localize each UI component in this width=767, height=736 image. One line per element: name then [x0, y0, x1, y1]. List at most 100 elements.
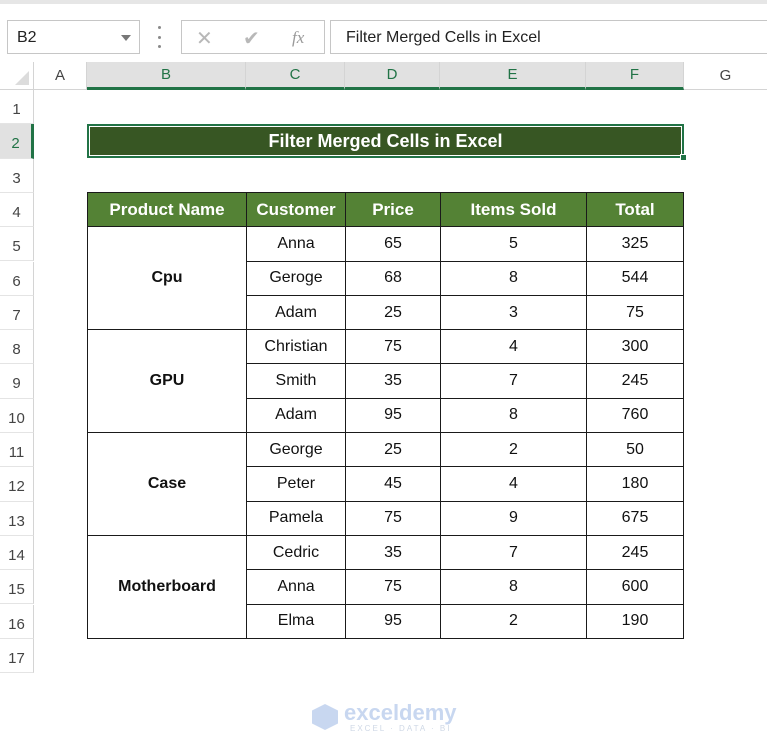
column-header-f[interactable]: F [586, 62, 684, 90]
row-header-3[interactable]: 3 [0, 158, 34, 193]
total-cell[interactable]: 600 [586, 569, 684, 605]
price-cell[interactable]: 25 [345, 432, 441, 468]
header-price[interactable]: Price [345, 191, 441, 228]
formula-input[interactable]: Filter Merged Cells in Excel [330, 20, 767, 54]
price-cell[interactable]: 95 [345, 397, 441, 434]
row-header-4[interactable]: 4 [0, 192, 34, 228]
header-customer[interactable]: Customer [246, 191, 346, 228]
price-cell[interactable]: 25 [345, 294, 441, 331]
row-header-14[interactable]: 14 [0, 535, 34, 571]
column-header-b[interactable]: B [87, 62, 246, 90]
price-cell[interactable]: 75 [345, 329, 441, 365]
customer-cell[interactable]: Anna [246, 569, 346, 605]
customer-cell[interactable]: Anna [246, 226, 346, 262]
price-cell[interactable]: 75 [345, 569, 441, 605]
column-header-a[interactable]: A [34, 62, 87, 90]
customer-cell[interactable]: Pamela [246, 500, 346, 536]
watermark-tagline: EXCEL · DATA · BI [350, 724, 452, 733]
table-row: GPU Christian 75 4 300 [87, 329, 684, 434]
customer-cell[interactable]: Elma [246, 603, 346, 639]
row-header-12[interactable]: 12 [0, 467, 34, 502]
header-items-sold[interactable]: Items Sold [440, 191, 587, 228]
column-header-d[interactable]: D [345, 62, 440, 90]
row-header-1[interactable]: 1 [0, 90, 34, 125]
row-header-5[interactable]: 5 [0, 227, 34, 262]
total-cell[interactable]: 190 [586, 603, 684, 639]
drag-handle-icon[interactable] [158, 26, 162, 48]
items-sold-cell[interactable]: 3 [440, 294, 587, 331]
product-name-cell[interactable]: GPU [87, 329, 247, 434]
total-cell[interactable]: 50 [586, 432, 684, 468]
customer-cell[interactable]: Smith [246, 363, 346, 399]
row-header-7[interactable]: 7 [0, 295, 34, 331]
items-sold-cell[interactable]: 8 [440, 260, 587, 296]
name-box[interactable]: B2 [7, 20, 140, 54]
column-header-e[interactable]: E [440, 62, 586, 90]
total-cell[interactable]: 180 [586, 466, 684, 502]
row-header-6[interactable]: 6 [0, 261, 34, 296]
row-header-10[interactable]: 10 [0, 398, 34, 433]
total-cell[interactable]: 675 [586, 500, 684, 536]
price-cell[interactable]: 35 [345, 534, 441, 571]
price-cell[interactable]: 45 [345, 466, 441, 502]
customer-cell[interactable]: Adam [246, 397, 346, 434]
table-header-row: Product Name Customer Price Items Sold T… [87, 191, 684, 228]
price-cell[interactable]: 75 [345, 500, 441, 536]
table-row: Case George 25 2 50 [87, 432, 684, 536]
formula-bar: B2 ✕ ✔ fx Filter Merged Cells in Excel [0, 4, 767, 62]
items-sold-cell[interactable]: 4 [440, 329, 587, 365]
data-table: Product Name Customer Price Items Sold T… [87, 191, 684, 639]
price-cell[interactable]: 65 [345, 226, 441, 262]
price-cell[interactable]: 35 [345, 363, 441, 399]
items-sold-cell[interactable]: 8 [440, 397, 587, 434]
total-cell[interactable]: 760 [586, 397, 684, 434]
items-sold-cell[interactable]: 2 [440, 432, 587, 468]
price-cell[interactable]: 68 [345, 260, 441, 296]
total-cell[interactable]: 245 [586, 534, 684, 571]
customer-cell[interactable]: Cedric [246, 534, 346, 571]
insert-function-icon[interactable]: fx [292, 28, 304, 48]
select-all-button[interactable] [0, 62, 34, 90]
header-product-name[interactable]: Product Name [87, 191, 247, 228]
items-sold-cell[interactable]: 2 [440, 603, 587, 639]
items-sold-cell[interactable]: 7 [440, 534, 587, 571]
row-header-8[interactable]: 8 [0, 330, 34, 365]
title-merged-cell[interactable]: Filter Merged Cells in Excel [87, 124, 684, 158]
items-sold-cell[interactable]: 8 [440, 569, 587, 605]
total-cell[interactable]: 325 [586, 226, 684, 262]
total-cell[interactable]: 300 [586, 329, 684, 365]
product-name-cell[interactable]: Motherboard [87, 534, 247, 639]
total-cell[interactable]: 75 [586, 294, 684, 331]
price-cell[interactable]: 95 [345, 603, 441, 639]
items-sold-cell[interactable]: 4 [440, 466, 587, 502]
enter-icon[interactable]: ✔ [243, 26, 260, 51]
row-header-16[interactable]: 16 [0, 604, 34, 639]
items-sold-cell[interactable]: 7 [440, 363, 587, 399]
row-header-2[interactable]: 2 [0, 124, 34, 159]
cancel-icon[interactable]: ✕ [196, 26, 213, 51]
items-sold-cell[interactable]: 5 [440, 226, 587, 262]
customer-cell[interactable]: Peter [246, 466, 346, 502]
chevron-down-icon[interactable] [121, 35, 131, 41]
header-total[interactable]: Total [586, 191, 684, 228]
product-name-cell[interactable]: Case [87, 432, 247, 536]
total-cell[interactable]: 544 [586, 260, 684, 296]
customer-cell[interactable]: Adam [246, 294, 346, 331]
items-sold-cell[interactable]: 9 [440, 500, 587, 536]
fill-handle[interactable] [680, 154, 687, 161]
product-name-cell[interactable]: Cpu [87, 226, 247, 331]
row-header-11[interactable]: 11 [0, 433, 34, 468]
column-header-c[interactable]: C [246, 62, 345, 90]
name-box-value: B2 [17, 29, 37, 46]
row-header-13[interactable]: 13 [0, 501, 34, 536]
customer-cell[interactable]: George [246, 432, 346, 468]
formula-buttons: ✕ ✔ fx [181, 20, 325, 54]
exceldemy-logo-icon [312, 704, 338, 730]
customer-cell[interactable]: Geroge [246, 260, 346, 296]
row-header-17[interactable]: 17 [0, 638, 34, 674]
row-header-9[interactable]: 9 [0, 364, 34, 399]
customer-cell[interactable]: Christian [246, 329, 346, 365]
total-cell[interactable]: 245 [586, 363, 684, 399]
column-header-g[interactable]: G [684, 62, 767, 90]
row-header-15[interactable]: 15 [0, 570, 34, 605]
